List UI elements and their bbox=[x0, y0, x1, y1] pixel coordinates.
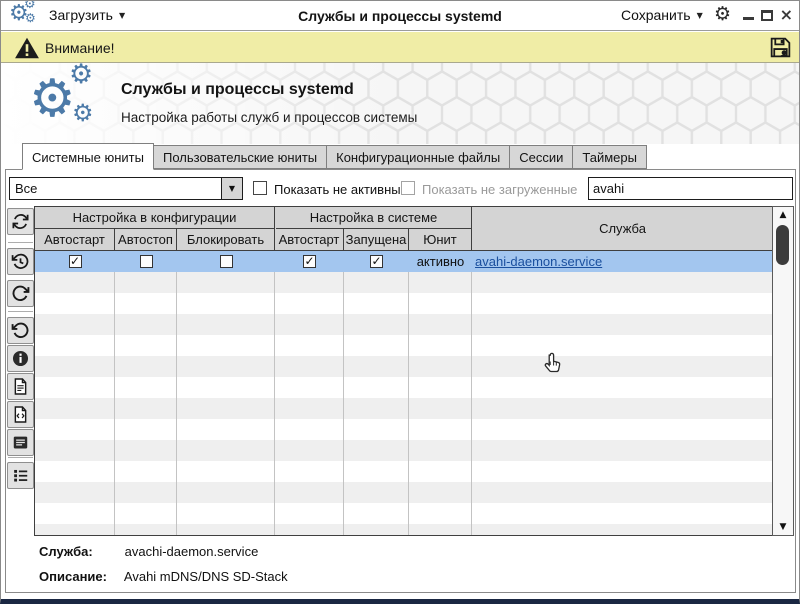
config-block-checkbox[interactable] bbox=[219, 255, 233, 268]
show-unloaded-checkbox[interactable] bbox=[401, 181, 415, 195]
page-header: ⚙ ⚙ ⚙ Службы и процессы systemd Настройка … bbox=[1, 63, 799, 144]
chevron-down-icon: ▼ bbox=[696, 11, 703, 20]
page-subtitle: Настройка работы служб и процессов систе… bbox=[121, 110, 418, 125]
detail-description-row: Описание: Avahi mDNS/DNS SD-Stack bbox=[39, 569, 288, 584]
tab-config-files[interactable]: Конфигурационные файлы bbox=[327, 145, 511, 169]
config-autostart-checkbox[interactable]: ✓ bbox=[68, 255, 82, 268]
system-autostart-checkbox[interactable]: ✓ bbox=[303, 255, 316, 268]
redo-icon bbox=[12, 285, 30, 301]
refresh-button[interactable] bbox=[7, 208, 34, 235]
settings-gear-icon[interactable]: ⚙ bbox=[714, 3, 731, 25]
header-config-autostart: Автостарт bbox=[35, 229, 115, 251]
header-unit: Юнит bbox=[409, 229, 472, 251]
save-menu-label: Сохранить bbox=[621, 7, 691, 23]
app-window: ⚙ ⚙ ⚙ Загрузить ▼ Службы и процессы systemd… bbox=[0, 0, 800, 604]
close-button[interactable]: × bbox=[780, 7, 793, 23]
header-config-autostop: Автостоп bbox=[115, 229, 177, 251]
restore-history-button[interactable] bbox=[7, 248, 34, 275]
minimize-button[interactable] bbox=[742, 16, 754, 20]
module-gears-icon: ⚙ ⚙ ⚙ bbox=[29, 63, 94, 129]
header-service-column: Служба bbox=[599, 221, 646, 236]
table-body: ✓ ✓ ✓ активно avahi-daemon.service bbox=[35, 251, 772, 535]
scrollbar-thumb[interactable] bbox=[776, 225, 789, 265]
history-restore-icon bbox=[11, 253, 29, 269]
service-link[interactable]: avahi-daemon.service bbox=[475, 254, 602, 269]
unit-state-cell: активно bbox=[416, 254, 465, 269]
header-config-block: Блокировать bbox=[177, 229, 275, 251]
tab-sessions[interactable]: Сессии bbox=[510, 145, 574, 169]
tab-system-units[interactable]: Системные юниты bbox=[22, 143, 154, 170]
undo-icon bbox=[11, 322, 29, 338]
page-title: Службы и процессы systemd bbox=[121, 81, 354, 98]
service-cell: avahi-daemon.service bbox=[472, 254, 772, 269]
journal-button[interactable] bbox=[7, 429, 34, 456]
header-config-group: Настройка в конфигурации bbox=[35, 207, 275, 229]
toolbar-separator bbox=[8, 242, 33, 243]
unit-list-button[interactable] bbox=[7, 462, 34, 489]
refresh-icon bbox=[12, 214, 29, 229]
table-header: Настройка в конфигурации Настройка в сис… bbox=[35, 207, 772, 251]
maximize-button[interactable] bbox=[760, 9, 773, 21]
header-system-running: Запущена bbox=[344, 229, 409, 251]
tab-user-units[interactable]: Пользовательские юниты bbox=[153, 145, 328, 169]
hand-cursor-icon bbox=[542, 351, 563, 374]
header-system-group: Настройка в системе bbox=[276, 207, 472, 229]
scope-dropdown[interactable]: Все ▼ bbox=[9, 177, 243, 200]
edit-config-button[interactable] bbox=[7, 401, 34, 428]
info-icon bbox=[12, 350, 29, 367]
file-code-icon bbox=[14, 406, 27, 423]
config-autostop-checkbox[interactable] bbox=[139, 255, 153, 268]
hexagon-pattern bbox=[1, 63, 799, 144]
scroll-up-icon[interactable]: ▲ bbox=[773, 210, 793, 220]
detail-service-value: avachi-daemon.service bbox=[124, 544, 259, 559]
titlebar: ⚙ ⚙ ⚙ Загрузить ▼ Службы и процессы systemd… bbox=[1, 1, 799, 31]
redo-button[interactable] bbox=[7, 280, 34, 307]
search-input[interactable] bbox=[588, 177, 793, 200]
scroll-down-icon[interactable]: ▼ bbox=[773, 522, 793, 532]
show-inactive-label: Показать не активные bbox=[274, 182, 408, 197]
journal-icon bbox=[13, 436, 28, 449]
units-table: Настройка в конфигурации Настройка в сис… bbox=[34, 206, 773, 536]
warning-banner: Внимание! bbox=[1, 32, 799, 63]
toolbar-separator bbox=[8, 457, 33, 458]
detail-description-value: Avahi mDNS/DNS SD-Stack bbox=[123, 569, 288, 584]
detail-service-label: Служба: bbox=[39, 544, 93, 559]
save-floppy-icon[interactable] bbox=[768, 35, 793, 60]
show-inactive-checkbox[interactable] bbox=[253, 181, 267, 195]
unit-list-icon bbox=[14, 469, 28, 482]
header-system-autostart: Автостарт bbox=[275, 229, 344, 251]
main-panel: Все ▼ Показать не активные Показать не з… bbox=[5, 169, 796, 593]
save-menu-button[interactable]: Сохранить ▼ bbox=[621, 7, 703, 23]
column-grid bbox=[35, 251, 772, 535]
system-running-checkbox[interactable]: ✓ bbox=[370, 255, 383, 268]
detail-service-row: Служба: avachi-daemon.service bbox=[39, 544, 258, 559]
file-icon bbox=[14, 378, 27, 395]
detail-description-label: Описание: bbox=[39, 569, 107, 584]
toolbar-separator bbox=[8, 311, 33, 312]
tab-timers[interactable]: Таймеры bbox=[573, 145, 647, 169]
window-controls: × bbox=[742, 7, 793, 23]
dropdown-arrow-icon[interactable]: ▼ bbox=[221, 178, 242, 199]
undo-button[interactable] bbox=[7, 317, 34, 344]
info-button[interactable] bbox=[7, 345, 34, 372]
show-unloaded-label: Показать не загруженные bbox=[422, 182, 578, 197]
tab-bar: Системные юниты Пользовательские юниты К… bbox=[22, 143, 647, 170]
scope-dropdown-value: Все bbox=[15, 181, 38, 196]
warning-text: Внимание! bbox=[45, 40, 115, 56]
view-file-button[interactable] bbox=[7, 373, 34, 400]
warning-triangle-icon bbox=[14, 36, 40, 60]
table-row[interactable]: ✓ ✓ ✓ активно avahi-daemon.service bbox=[35, 251, 772, 272]
table-scrollbar[interactable]: ▲ ▼ bbox=[772, 206, 794, 536]
